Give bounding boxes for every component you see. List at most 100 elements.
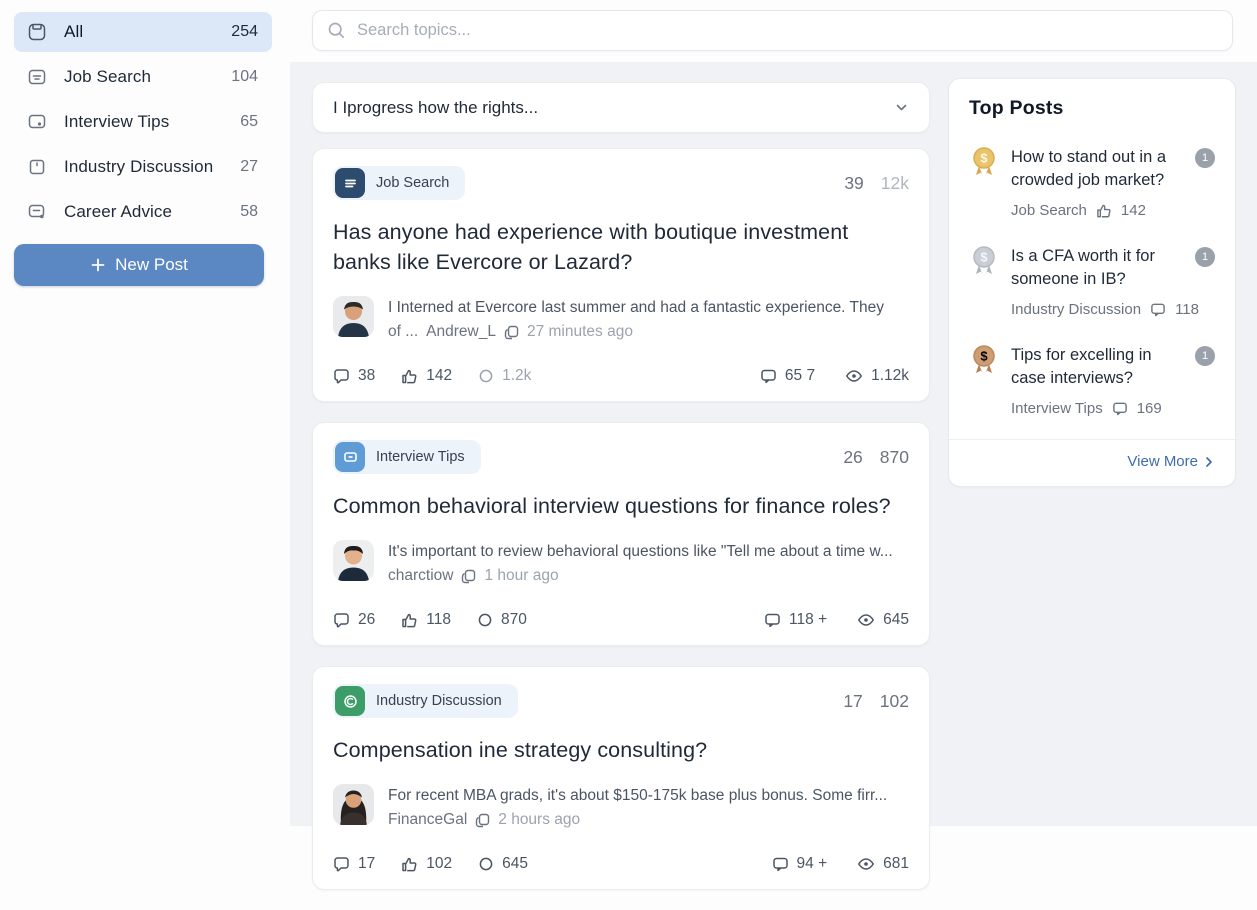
- top-post-body: How to stand out in a crowded job market…: [1011, 146, 1215, 219]
- post-stat-primary: 26: [843, 447, 862, 468]
- sidebar-item-job-search[interactable]: Job Search 104: [14, 57, 272, 97]
- post-card-header: Interview Tips 26 870: [333, 440, 909, 474]
- likes-count: 102: [426, 855, 452, 873]
- comments-stat[interactable]: 26: [333, 611, 375, 629]
- post-footer: 38 142 1.2k 65 7 1.12k: [333, 367, 909, 385]
- copy-icon: [461, 569, 476, 584]
- post-stat-secondary: 12k: [881, 173, 909, 194]
- top-post-title[interactable]: Tips for excelling in case interviews?: [1011, 344, 1179, 390]
- comments-stat[interactable]: 17: [333, 855, 375, 873]
- top-post-meta: Interview Tips 169: [1011, 400, 1215, 417]
- post-byline: FinanceGal 2 hours ago: [388, 808, 909, 832]
- sidebar-item-count: 104: [231, 68, 258, 86]
- impressions-stat[interactable]: 645: [857, 611, 909, 629]
- post-footer: 26 118 870 118 + 645: [333, 611, 909, 629]
- top-post-head: Is a CFA worth it for someone in IB? 1: [1011, 245, 1215, 291]
- category-label: Job Search: [376, 175, 449, 191]
- comments-stat[interactable]: 38: [333, 367, 375, 385]
- sidebar-item-count: 58: [240, 203, 258, 221]
- comments-count: 38: [358, 367, 375, 385]
- search-input[interactable]: [357, 21, 1218, 40]
- bronze-medal-icon: $: [969, 344, 999, 417]
- post-excerpt-block: For recent MBA grads, it's about $150-17…: [388, 784, 909, 832]
- post-title[interactable]: Has anyone had experience with boutique …: [333, 217, 909, 277]
- excerpt-continuation: of ...: [388, 320, 418, 344]
- top-post-meta: Industry Discussion 118: [1011, 301, 1215, 318]
- views-count: 645: [502, 855, 528, 873]
- views-stat[interactable]: 645: [478, 855, 528, 873]
- top-post-body: Is a CFA worth it for someone in IB? 1 I…: [1011, 245, 1215, 318]
- top-post-item[interactable]: $ Tips for excelling in case interviews?…: [969, 344, 1215, 417]
- impressions-stat[interactable]: 681: [857, 855, 909, 873]
- post-composer[interactable]: I Iprogress how the rights...: [312, 82, 930, 133]
- new-post-label: New Post: [115, 255, 188, 275]
- post-excerpt-block: I Interned at Evercore last summer and h…: [388, 296, 909, 344]
- copy-icon: [504, 325, 519, 340]
- replies-stat[interactable]: 94 +: [772, 855, 828, 873]
- avatar[interactable]: [333, 784, 374, 825]
- post-excerpt-block: It's important to review behavioral ques…: [388, 540, 909, 588]
- comments-icon: [1150, 302, 1166, 318]
- impressions-stat[interactable]: 1.12k: [845, 367, 909, 385]
- top-post-category[interactable]: Job Search: [1011, 202, 1087, 219]
- svg-text:$: $: [980, 349, 988, 364]
- replies-count: 118 +: [789, 611, 827, 629]
- author-name[interactable]: charctiow: [388, 564, 453, 588]
- sidebar-item-label: All: [64, 22, 231, 42]
- chevron-down-icon[interactable]: [894, 100, 909, 115]
- top-post-item[interactable]: $ How to stand out in a crowded job mark…: [969, 146, 1215, 219]
- author-name[interactable]: Andrew_L: [426, 320, 496, 344]
- post-footer-right: 65 7 1.12k: [730, 367, 909, 385]
- view-more-link[interactable]: View More: [969, 440, 1215, 472]
- view-more-label: View More: [1127, 453, 1198, 470]
- post-stat-primary: 39: [844, 173, 863, 194]
- chat-box-icon: [28, 113, 46, 131]
- pinned-box-icon: [28, 158, 46, 176]
- top-post-category[interactable]: Interview Tips: [1011, 400, 1103, 417]
- top-post-title[interactable]: How to stand out in a crowded job market…: [1011, 146, 1179, 192]
- top-post-item[interactable]: $ Is a CFA worth it for someone in IB? 1…: [969, 245, 1215, 318]
- post-card-header: Industry Discussion 17 102: [333, 684, 909, 718]
- chevron-right-icon: [1203, 456, 1215, 468]
- post-author-row: I Interned at Evercore last summer and h…: [333, 296, 909, 344]
- views-stat[interactable]: 1.2k: [478, 367, 531, 385]
- likes-stat[interactable]: 102: [401, 855, 452, 873]
- top-post-title[interactable]: Is a CFA worth it for someone in IB?: [1011, 245, 1179, 291]
- replies-stat[interactable]: 118 +: [764, 611, 827, 629]
- replies-stat[interactable]: 65 7: [760, 367, 815, 385]
- likes-stat[interactable]: 142: [401, 367, 452, 385]
- post-author-row: It's important to review behavioral ques…: [333, 540, 909, 588]
- impressions-count: 645: [883, 611, 909, 629]
- post-excerpt: It's important to review behavioral ques…: [388, 540, 909, 564]
- sidebar-item-label: Industry Discussion: [64, 157, 240, 177]
- views-count: 1.2k: [502, 367, 531, 385]
- search-bar: [312, 10, 1233, 51]
- sidebar-item-career-advice[interactable]: Career Advice 58: [14, 192, 272, 232]
- svg-text:$: $: [980, 151, 988, 166]
- sidebar-item-industry-discussion[interactable]: Industry Discussion 27: [14, 147, 272, 187]
- category-badge[interactable]: Industry Discussion: [333, 684, 518, 718]
- post-byline: charctiow 1 hour ago: [388, 564, 909, 588]
- likes-stat[interactable]: 118: [401, 611, 451, 629]
- sidebar-item-interview-tips[interactable]: Interview Tips 65: [14, 102, 272, 142]
- category-badge[interactable]: Interview Tips: [333, 440, 481, 474]
- author-name[interactable]: FinanceGal: [388, 808, 467, 832]
- top-post-category[interactable]: Industry Discussion: [1011, 301, 1141, 318]
- post-card-header: Job Search 39 12k: [333, 166, 909, 200]
- new-post-button[interactable]: New Post: [14, 244, 264, 286]
- sidebar-item-all[interactable]: All 254: [14, 12, 272, 52]
- chat-edit-icon: [28, 203, 46, 221]
- views-stat[interactable]: 870: [477, 611, 527, 629]
- replies-count: 65 7: [785, 367, 815, 385]
- copy-icon: [475, 813, 490, 828]
- avatar[interactable]: [333, 296, 374, 337]
- post-title[interactable]: Common behavioral interview questions fo…: [333, 491, 909, 521]
- post-title[interactable]: Compensation ine strategy consulting?: [333, 735, 909, 765]
- avatar[interactable]: [333, 540, 374, 581]
- post-stat-secondary: 870: [880, 447, 909, 468]
- top-post-head: How to stand out in a crowded job market…: [1011, 146, 1215, 192]
- job-search-category-icon: [335, 168, 365, 198]
- category-label: Industry Discussion: [376, 693, 502, 709]
- category-badge[interactable]: Job Search: [333, 166, 465, 200]
- sidebar-item-count: 254: [231, 23, 258, 41]
